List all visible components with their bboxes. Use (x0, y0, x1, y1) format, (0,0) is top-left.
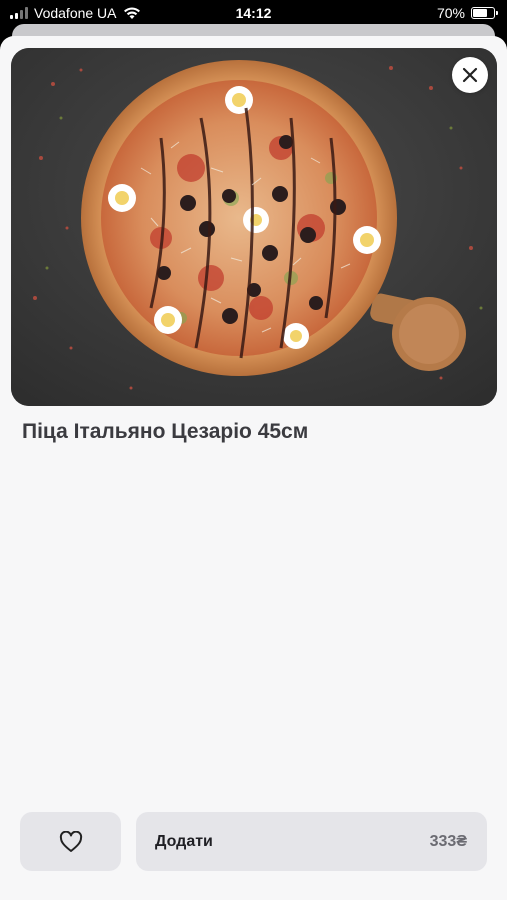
product-image (11, 48, 497, 406)
pizza-photo (11, 48, 497, 406)
battery-fill (473, 9, 487, 17)
close-icon (462, 67, 478, 83)
product-title: Піца Італьяно Цезаріо 45см (22, 420, 309, 443)
status-right: 70% (436, 5, 498, 21)
heart-icon (59, 830, 82, 852)
add-button-label: Додати (155, 832, 213, 850)
status-time: 14:12 (235, 5, 272, 21)
product-sheet: Піца Італьяно Цезаріо 45см Додати 333₴ (0, 36, 507, 900)
battery-icon (471, 7, 498, 19)
favorite-button[interactable] (20, 812, 121, 871)
price-label: 333₴ (429, 832, 467, 850)
add-to-cart-button[interactable]: Додати 333₴ (136, 812, 487, 871)
battery-percent: 70% (436, 5, 465, 21)
close-button[interactable] (452, 57, 488, 93)
